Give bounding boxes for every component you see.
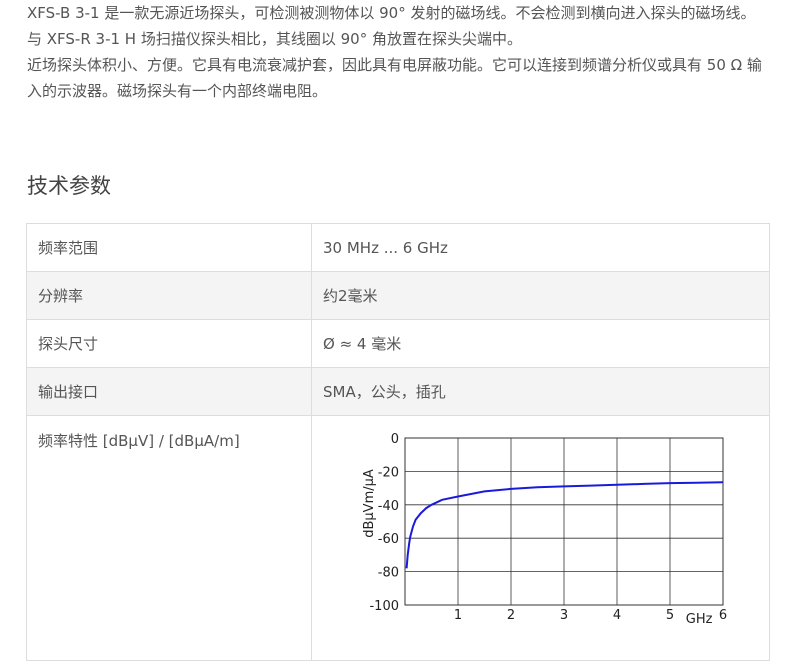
intro-paragraph-2: 与 XFS-R 3-1 H 场扫描仪探头相比，其线圈以 90° 角放置在探头尖端…: [27, 30, 522, 48]
specs-table: 频率范围 30 MHz ... 6 GHz 分辨率 约2毫米 探头尺寸 Ø ≈ …: [26, 223, 770, 661]
spec-value: 30 MHz ... 6 GHz: [311, 223, 770, 272]
intro-text: XFS-B 3-1 是一款无源近场探头，可检测被测物体以 90° 发射的磁场线。…: [27, 0, 772, 104]
spec-value: 约2毫米: [311, 271, 770, 320]
x-tick-label: 6: [719, 608, 727, 623]
series-line: [405, 481, 724, 569]
chart-svg: 0 -20 -40 -60 -80 -100 1 2 3 4 5 6 GHz dBµVm/µA: [362, 432, 727, 627]
table-row: 频率范围 30 MHz ... 6 GHz: [26, 223, 770, 272]
y-tick-label: -60: [378, 532, 399, 547]
section-title: 技术参数: [27, 174, 111, 198]
intro-paragraph-1: XFS-B 3-1 是一款无源近场探头，可检测被测物体以 90° 发射的磁场线。…: [27, 4, 756, 22]
spec-label: 输出接口: [26, 367, 312, 416]
intro-paragraph-3: 近场探头体积小、方便。它具有电流衰减护套，因此具有电屏蔽功能。它可以连接到频谱分…: [27, 56, 762, 100]
x-tick-label: 5: [666, 608, 674, 623]
table-row-chart: 频率特性 [dBµV] / [dBµA/m] 0 -20 -40 -60 -80 -100…: [26, 415, 770, 661]
spec-value: SMA，公头，插孔: [311, 367, 770, 416]
x-axis-label: GHz: [686, 612, 713, 627]
frequency-response-chart: 0 -20 -40 -60 -80 -100 1 2 3 4 5 6 GHz dBµVm/µA: [323, 418, 743, 634]
spec-label: 频率范围: [26, 223, 312, 272]
table-row: 输出接口 SMA，公头，插孔: [26, 367, 770, 416]
spec-chart-cell: 0 -20 -40 -60 -80 -100 1 2 3 4 5 6 GHz dBµVm/µA: [311, 415, 770, 661]
y-tick-label: -40: [378, 499, 399, 514]
x-tick-label: 3: [560, 608, 568, 623]
spec-value: Ø ≈ 4 毫米: [311, 319, 770, 368]
spec-label: 探头尺寸: [26, 319, 312, 368]
x-tick-label: 4: [613, 608, 621, 623]
x-tick-label: 1: [454, 608, 462, 623]
y-tick-label: 0: [391, 432, 399, 447]
table-row: 探头尺寸 Ø ≈ 4 毫米: [26, 319, 770, 368]
y-tick-label: -80: [378, 566, 399, 581]
table-row: 分辨率 约2毫米: [26, 271, 770, 320]
y-axis-label: dBµVm/µA: [362, 469, 377, 538]
spec-label: 频率特性 [dBµV] / [dBµA/m]: [26, 415, 312, 661]
x-tick-label: 2: [507, 608, 515, 623]
y-tick-label: -20: [378, 465, 399, 480]
y-tick-label: -100: [369, 599, 399, 614]
spec-label: 分辨率: [26, 271, 312, 320]
